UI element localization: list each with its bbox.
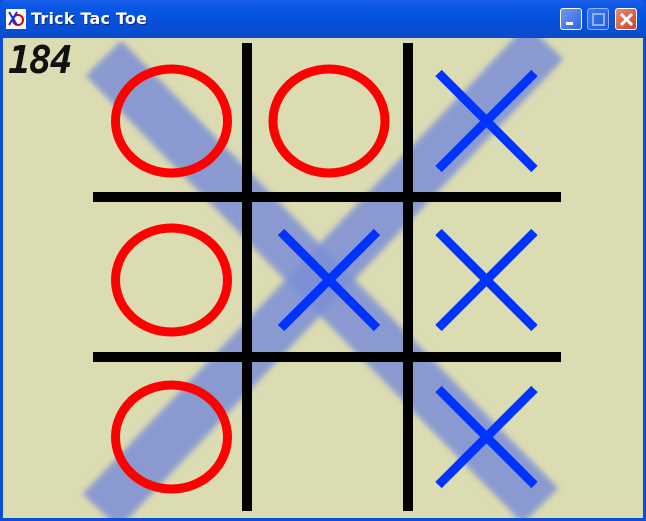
minimize-button[interactable] xyxy=(560,8,582,30)
board-cell-r2c2[interactable] xyxy=(246,196,406,356)
board-cell-r1c1[interactable] xyxy=(91,38,246,196)
close-button[interactable] xyxy=(615,8,637,30)
app-window: Trick Tac Toe 184 xyxy=(0,0,646,521)
close-icon xyxy=(619,12,634,27)
board-cell-r2c3[interactable] xyxy=(406,196,561,356)
board-cell-r2c1[interactable] xyxy=(91,196,246,356)
maximize-icon xyxy=(592,13,605,26)
board-cell-r3c3[interactable] xyxy=(406,356,561,510)
maximize-button[interactable] xyxy=(587,8,609,30)
window-title: Trick Tac Toe xyxy=(31,9,148,28)
board-cell-r1c2[interactable] xyxy=(246,38,406,196)
board-cell-r3c1[interactable] xyxy=(91,356,246,510)
move-counter: 184 xyxy=(8,38,73,82)
game-board xyxy=(82,38,564,518)
board-cell-r3c2[interactable] xyxy=(246,356,406,510)
tic-tac-toe-icon xyxy=(6,9,26,29)
minimize-icon xyxy=(566,22,573,25)
board-cell-r1c3[interactable] xyxy=(406,38,561,196)
title-bar[interactable]: Trick Tac Toe xyxy=(0,0,646,38)
game-area: 184 xyxy=(3,38,643,518)
